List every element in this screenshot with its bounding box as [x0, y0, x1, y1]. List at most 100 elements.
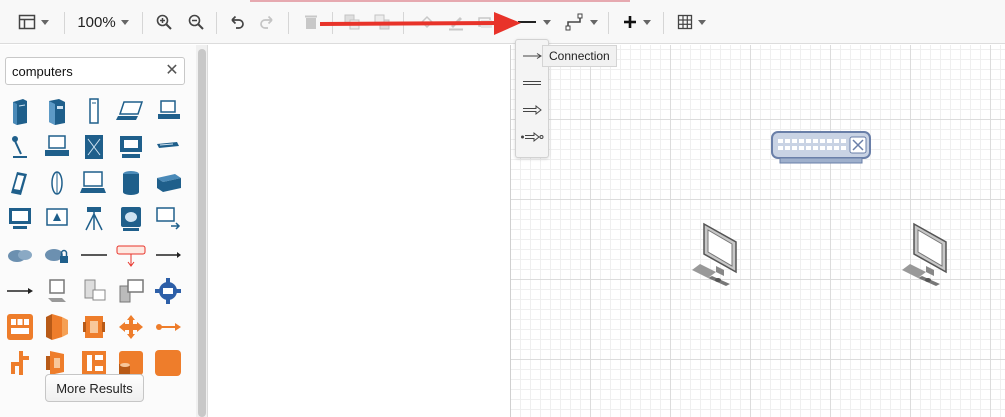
format-panel-button[interactable] [12, 10, 54, 34]
rack-server-shape[interactable] [78, 131, 110, 163]
thin-client-shape[interactable] [152, 131, 184, 163]
bidirectional-arrow-shape[interactable] [152, 239, 184, 271]
aws-compute-icon [46, 314, 68, 340]
toolbar-divider [216, 12, 217, 34]
desktop-computer-icon [48, 279, 66, 302]
aws-block-icon [155, 350, 181, 376]
tower-pc-shape[interactable] [78, 95, 110, 127]
data-storage-shape[interactable] [115, 167, 147, 199]
workstation-shape[interactable] [152, 95, 184, 127]
search-input[interactable] [5, 57, 185, 85]
hollow-arrow-icon [523, 104, 542, 116]
pc-tower-gray-icon [84, 279, 106, 301]
secure-terminal-shape[interactable] [41, 203, 73, 235]
rack-shape[interactable] [152, 167, 184, 199]
monitor-icon [9, 208, 31, 229]
clear-search-icon[interactable]: ✕ [163, 61, 181, 81]
arrow-connector-shape[interactable] [4, 275, 36, 307]
tripod-camera-shape[interactable] [78, 203, 110, 235]
tower-pc-icon [89, 98, 99, 124]
zoom-in-button[interactable] [152, 10, 176, 34]
aws-connector-shape[interactable] [152, 311, 184, 343]
terminal-shape[interactable] [78, 167, 110, 199]
pc-workstation-gray-shape[interactable] [115, 275, 147, 307]
redo-button[interactable] [255, 10, 279, 34]
zoom-dropdown[interactable]: 100% [74, 10, 132, 34]
arrow-connector-icon [7, 288, 33, 294]
chevron-down-icon [120, 19, 129, 25]
display-arrow-shape[interactable] [152, 203, 184, 235]
tablet-icon [11, 172, 27, 195]
desktop-pc-shape[interactable] [41, 131, 73, 163]
toolbar-divider [64, 12, 65, 34]
waypoints-icon [565, 13, 582, 31]
more-results-button[interactable]: More Results [45, 374, 144, 402]
workstation-icon [158, 100, 180, 119]
terminal-icon [80, 171, 106, 193]
format-panel-icon [18, 14, 35, 30]
aws-grid-shape[interactable] [4, 311, 36, 343]
microscope-shape[interactable] [4, 131, 36, 163]
callout-icon [116, 245, 146, 267]
aws-cluster-icon [83, 316, 105, 338]
mainframe-shape[interactable] [41, 95, 73, 127]
aws-elb-icon [119, 315, 143, 339]
line-connector-shape[interactable] [78, 239, 110, 271]
zoom-out-button[interactable] [184, 10, 208, 34]
desktop-computer-icon [692, 222, 737, 286]
toolbar-divider [663, 12, 664, 34]
redo-icon [260, 15, 273, 29]
insert-plus-icon [623, 16, 636, 28]
chevron-down-icon [589, 19, 598, 25]
aws-compute-shape[interactable] [41, 311, 73, 343]
secure-terminal-icon [46, 208, 68, 226]
table-dropdown[interactable] [672, 10, 710, 34]
aws-elb-shape[interactable] [115, 311, 147, 343]
shape-library-sidebar: ✕ [0, 45, 196, 417]
server-tower-shape[interactable] [4, 95, 36, 127]
tablet-shape[interactable] [4, 167, 36, 199]
ipad-icon [121, 207, 141, 231]
pc-tower-gray-shape[interactable] [78, 275, 110, 307]
insert-dropdown[interactable] [618, 10, 654, 34]
toolbar-accent-line [250, 0, 630, 2]
annotation-arrow-icon [319, 12, 521, 35]
chevron-down-icon [542, 19, 551, 25]
undo-button[interactable] [225, 10, 249, 34]
dotted-arrow-icon [521, 131, 544, 143]
secure-cloud-icon [45, 249, 68, 263]
laptop-icon [116, 101, 144, 120]
toolbar-divider [608, 12, 609, 34]
sidebar-scrollbar[interactable] [196, 45, 208, 417]
callout-shape[interactable] [115, 239, 147, 271]
connection-link-option[interactable] [518, 71, 546, 95]
undo-icon [231, 15, 244, 29]
zoom-out-icon [188, 14, 204, 30]
bidirectional-arrow-icon [156, 252, 181, 258]
satellite-shape[interactable] [41, 167, 73, 199]
network-gear-icon [155, 278, 181, 304]
monitor-shape[interactable] [4, 203, 36, 235]
toolbar-divider [142, 12, 143, 34]
waypoints-dropdown[interactable] [562, 10, 600, 34]
desktop-computer-shape[interactable] [41, 275, 73, 307]
laptop-shape[interactable] [115, 95, 147, 127]
aws-cluster-shape[interactable] [78, 311, 110, 343]
connection-arrow-option[interactable] [518, 98, 546, 122]
aws-lambda-shape[interactable] [4, 347, 36, 379]
rack-server-icon [85, 135, 103, 159]
desktop-computer-node[interactable] [690, 220, 742, 289]
cloud-shape[interactable] [4, 239, 36, 271]
network-switch[interactable] [770, 131, 872, 170]
ipad-shape[interactable] [115, 203, 147, 235]
desktop-computer-node[interactable] [900, 220, 952, 289]
chevron-down-icon [40, 19, 49, 25]
cloud-icon [8, 250, 32, 262]
aws-block-shape[interactable] [152, 347, 184, 379]
connection-simple-arrow-option[interactable] [518, 125, 546, 149]
network-gear-shape[interactable] [152, 275, 184, 307]
sidebar-scrollbar-thumb[interactable] [198, 49, 206, 417]
chevron-down-icon [642, 19, 651, 25]
secure-cloud-shape[interactable] [41, 239, 73, 271]
media-server-shape[interactable] [115, 131, 147, 163]
